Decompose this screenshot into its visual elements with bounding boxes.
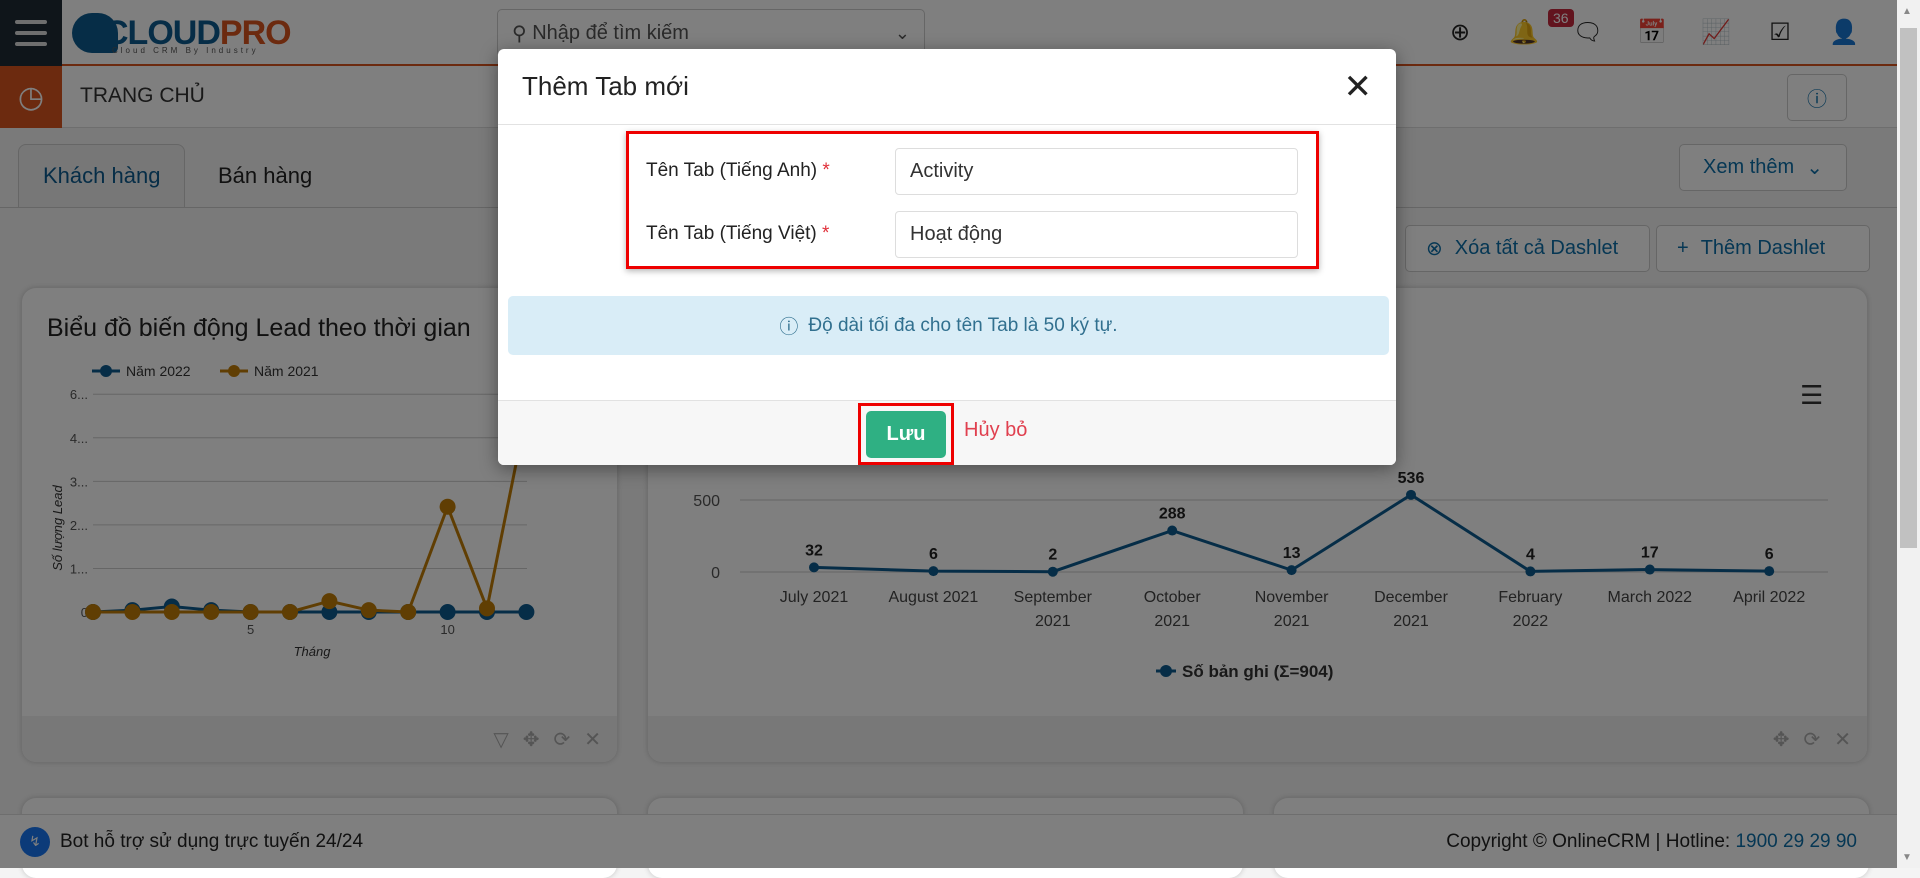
tab-name-vi-input[interactable] [895,211,1298,258]
label-tab-name-en: Tên Tab (Tiếng Anh) * [646,160,830,181]
save-button[interactable]: Lưu [866,411,946,458]
info-icon: ⓘ [779,317,799,338]
close-icon[interactable]: ✕ [1344,67,1373,107]
scroll-down-icon[interactable]: ▼ [1902,852,1912,863]
required-marker: * [822,223,830,244]
scrollbar-thumb[interactable] [1900,28,1917,548]
info-alert: ⓘ Độ dài tối đa cho tên Tab là 50 ký tự. [508,296,1389,355]
highlight-box: Lưu [858,403,954,465]
cancel-link[interactable]: Hủy bỏ [964,419,1027,442]
tab-name-en-input[interactable] [895,148,1298,195]
modal-title: Thêm Tab mới [522,71,689,101]
scrollbar[interactable]: ▲ ▼ [1897,0,1920,868]
label-tab-name-vi: Tên Tab (Tiếng Việt) * [646,223,830,244]
required-marker: * [822,160,830,181]
scroll-up-icon[interactable]: ▲ [1902,6,1912,17]
add-tab-modal: Thêm Tab mới ✕ Tên Tab (Tiếng Anh) * Tên … [498,49,1396,465]
